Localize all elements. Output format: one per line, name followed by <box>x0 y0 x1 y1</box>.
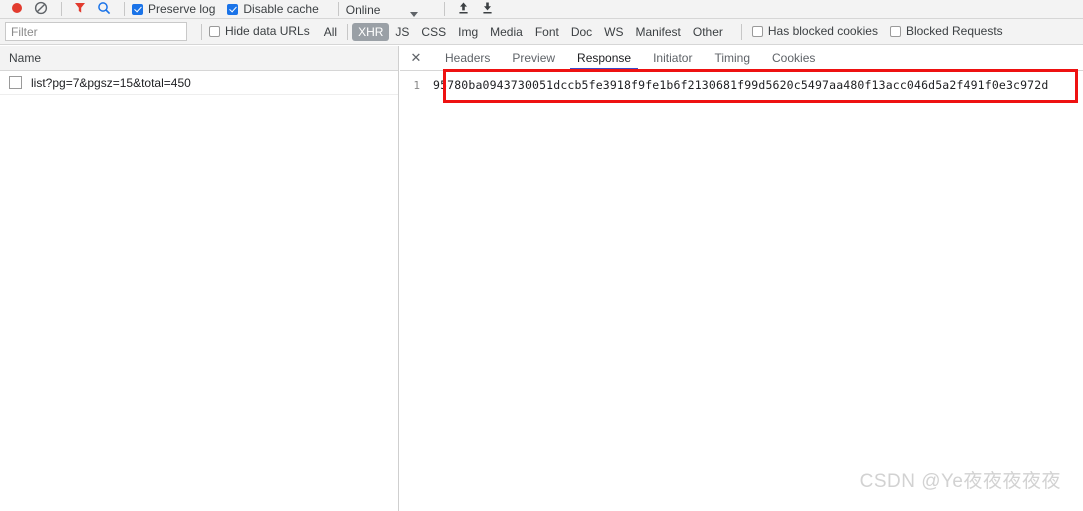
line-number: 1 <box>413 79 420 92</box>
detail-tabbar: ✕ Headers Preview Response Initiator Tim… <box>400 46 1083 71</box>
has-blocked-cookies-label: Has blocked cookies <box>767 24 878 38</box>
filter-type-font[interactable]: Font <box>529 23 565 41</box>
filter-type-media[interactable]: Media <box>484 23 529 41</box>
filter-type-doc[interactable]: Doc <box>565 23 598 41</box>
filter-button[interactable] <box>69 0 91 17</box>
network-toolbar: Preserve log Disable cache Online <box>0 0 1083 19</box>
clear-button[interactable] <box>30 0 52 17</box>
toolbar-divider-2 <box>124 1 125 16</box>
filter-type-js[interactable]: JS <box>389 23 415 41</box>
network-filter-bar: Hide data URLs All XHR JS CSS Img Media … <box>0 19 1083 45</box>
hide-data-urls-label: Hide data URLs <box>225 24 310 38</box>
tab-response[interactable]: Response <box>566 46 642 70</box>
upload-icon <box>459 2 468 13</box>
tab-preview[interactable]: Preview <box>501 46 566 70</box>
response-content[interactable]: 95780ba0943730051dccb5fe3918f9fe1b6f2130… <box>426 78 1048 93</box>
filter-input[interactable] <box>5 22 187 41</box>
preserve-log-label: Preserve log <box>148 2 216 16</box>
toolbar-divider-3 <box>337 1 339 16</box>
tab-initiator[interactable]: Initiator <box>642 46 703 70</box>
filterbar-divider-3 <box>740 23 742 40</box>
disable-cache-checkbox-box[interactable] <box>227 4 239 15</box>
throttling-select-value[interactable]: Online <box>346 4 381 17</box>
has-blocked-cookies-checkbox[interactable]: Has blocked cookies <box>751 24 878 39</box>
blocked-requests-checkbox[interactable]: Blocked Requests <box>889 24 1003 39</box>
export-har-button[interactable] <box>476 0 498 17</box>
filter-type-xhr[interactable]: XHR <box>352 22 390 41</box>
close-icon[interactable]: ✕ <box>406 48 426 68</box>
download-icon <box>483 2 492 13</box>
tab-timing[interactable]: Timing <box>703 46 761 70</box>
filter-type-img[interactable]: Img <box>452 23 484 41</box>
filter-icon <box>75 3 85 13</box>
hide-data-urls-checkbox[interactable]: Hide data URLs <box>209 24 310 39</box>
watermark: CSDN @Ye夜夜夜夜夜 <box>859 471 1061 492</box>
filterbar-divider-2 <box>347 23 349 40</box>
preserve-log-checkbox[interactable]: Preserve log <box>132 2 215 17</box>
record-icon <box>12 3 22 13</box>
import-har-button[interactable] <box>452 0 474 17</box>
request-list-panel: Name list?pg=7&pgsz=15&total=450 <box>0 46 399 511</box>
toolbar-divider-4 <box>444 1 446 16</box>
blocked-requests-checkbox-box[interactable] <box>889 26 901 37</box>
request-list-header: Name <box>0 46 398 71</box>
hide-data-urls-checkbox-box[interactable] <box>209 26 220 37</box>
tab-headers[interactable]: Headers <box>434 46 501 70</box>
tab-cookies[interactable]: Cookies <box>761 46 826 70</box>
request-type-icon <box>9 76 22 89</box>
disable-cache-label: Disable cache <box>243 2 319 16</box>
request-detail-panel: ✕ Headers Preview Response Initiator Tim… <box>400 46 1083 511</box>
chevron-down-icon[interactable] <box>410 12 419 17</box>
filter-type-css[interactable]: CSS <box>415 23 452 41</box>
record-button[interactable] <box>6 0 28 17</box>
request-name: list?pg=7&pgsz=15&total=450 <box>31 75 191 90</box>
column-header-name[interactable]: Name <box>9 51 41 65</box>
disable-cache-checkbox[interactable]: Disable cache <box>227 2 319 17</box>
devtools-network-panel: Preserve log Disable cache Online Filter… <box>0 0 1083 511</box>
filterbar-divider-1 <box>201 23 202 40</box>
blocked-requests-label: Blocked Requests <box>905 24 1003 38</box>
search-button[interactable] <box>93 0 115 17</box>
filter-type-all[interactable]: All <box>318 23 343 41</box>
filter-type-other[interactable]: Other <box>687 23 729 41</box>
clear-icon <box>34 1 48 15</box>
filter-type-ws[interactable]: WS <box>598 23 629 41</box>
has-blocked-cookies-checkbox-box[interactable] <box>751 26 763 37</box>
table-row[interactable]: list?pg=7&pgsz=15&total=450 <box>0 71 398 95</box>
response-body: 1 95780ba0943730051dccb5fe3918f9fe1b6f21… <box>400 71 1083 511</box>
response-line: 1 95780ba0943730051dccb5fe3918f9fe1b6f21… <box>400 71 1083 93</box>
toolbar-divider-1 <box>61 1 62 16</box>
search-icon <box>98 2 111 15</box>
preserve-log-checkbox-box[interactable] <box>132 4 143 15</box>
filter-type-manifest[interactable]: Manifest <box>630 23 687 41</box>
